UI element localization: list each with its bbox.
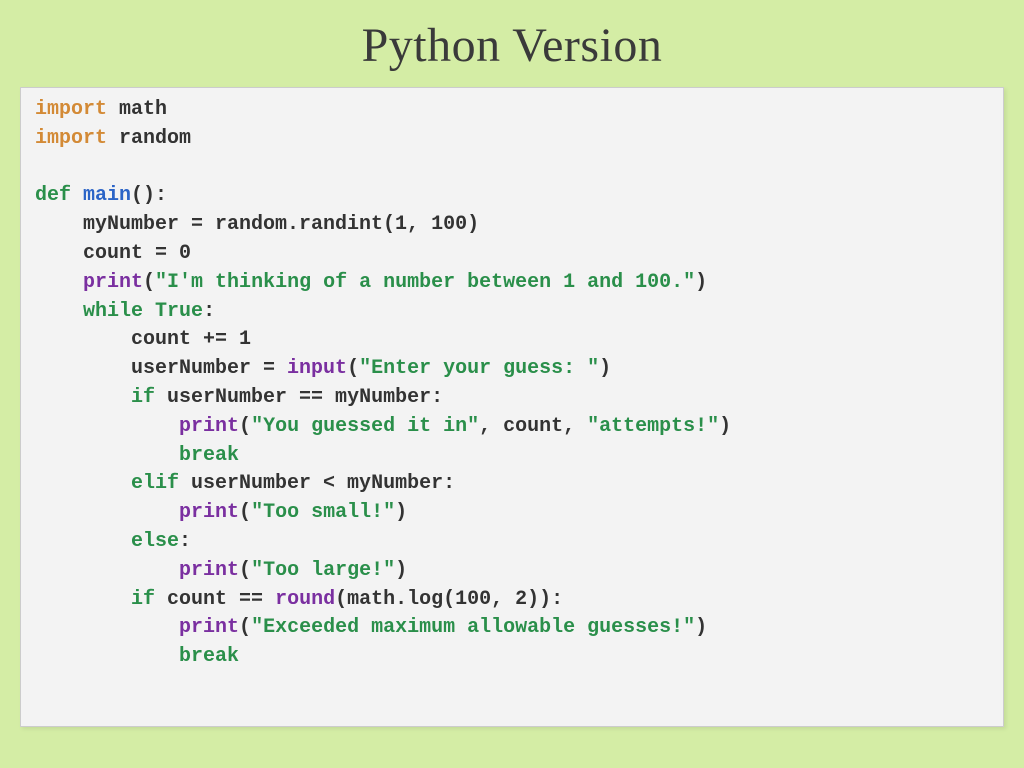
builtin-print: print — [179, 501, 239, 524]
kw-import: import — [35, 127, 107, 150]
builtin-print: print — [179, 415, 239, 438]
builtin-print: print — [179, 616, 239, 639]
kw-break: break — [179, 645, 239, 668]
code-text: math — [107, 98, 167, 121]
code-text: random — [107, 127, 191, 150]
string-literal: "You guessed it in" — [251, 415, 479, 438]
code-text: userNumber = — [131, 357, 287, 380]
code-text: (math.log(100, 2)): — [335, 588, 563, 611]
paren: ) — [395, 501, 407, 524]
indent — [35, 616, 179, 639]
code-text: count == — [155, 588, 275, 611]
code-panel: import math import random def main(): my… — [20, 87, 1004, 727]
string-literal: "I'm thinking of a number between 1 and … — [155, 271, 695, 294]
paren: ) — [719, 415, 731, 438]
paren: ( — [239, 559, 251, 582]
paren: ( — [239, 415, 251, 438]
kw-import: import — [35, 98, 107, 121]
paren: ) — [695, 271, 707, 294]
paren: ) — [695, 616, 707, 639]
indent — [35, 530, 131, 553]
code-text: userNumber < myNumber: — [179, 472, 455, 495]
code-block: import math import random def main(): my… — [35, 96, 989, 672]
code-text: (): — [131, 184, 167, 207]
indent — [35, 386, 131, 409]
colon: : — [203, 300, 215, 323]
builtin-print: print — [83, 271, 143, 294]
indent — [35, 472, 131, 495]
function-name: main — [71, 184, 131, 207]
string-literal: "Too small!" — [251, 501, 395, 524]
indent — [35, 357, 131, 380]
indent — [35, 501, 179, 524]
code-text: , count, — [479, 415, 587, 438]
space — [143, 300, 155, 323]
builtin-print: print — [179, 559, 239, 582]
slide-title: Python Version — [0, 0, 1024, 87]
kw-break: break — [179, 444, 239, 467]
code-text: userNumber == myNumber: — [155, 386, 443, 409]
paren: ( — [239, 501, 251, 524]
paren: ) — [395, 559, 407, 582]
indent — [35, 415, 179, 438]
string-literal: "Enter your guess: " — [359, 357, 599, 380]
builtin-round: round — [275, 588, 335, 611]
paren: ) — [599, 357, 611, 380]
string-literal: "Too large!" — [251, 559, 395, 582]
indent — [35, 300, 83, 323]
code-text: count += 1 — [35, 328, 251, 351]
indent — [35, 559, 179, 582]
kw-elif: elif — [131, 472, 179, 495]
kw-if: if — [131, 588, 155, 611]
kw-else: else — [131, 530, 179, 553]
indent — [35, 444, 179, 467]
string-literal: "Exceeded maximum allowable guesses!" — [251, 616, 695, 639]
kw-while: while — [83, 300, 143, 323]
indent — [35, 271, 83, 294]
paren: ( — [347, 357, 359, 380]
builtin-input: input — [287, 357, 347, 380]
colon: : — [179, 530, 191, 553]
string-literal: "attempts!" — [587, 415, 719, 438]
kw-if: if — [131, 386, 155, 409]
kw-def: def — [35, 184, 71, 207]
paren: ( — [143, 271, 155, 294]
kw-true: True — [155, 300, 203, 323]
indent — [35, 588, 131, 611]
code-text: myNumber = random.randint(1, 100) — [35, 213, 479, 236]
paren: ( — [239, 616, 251, 639]
indent — [35, 645, 179, 668]
code-text: count = 0 — [35, 242, 191, 265]
